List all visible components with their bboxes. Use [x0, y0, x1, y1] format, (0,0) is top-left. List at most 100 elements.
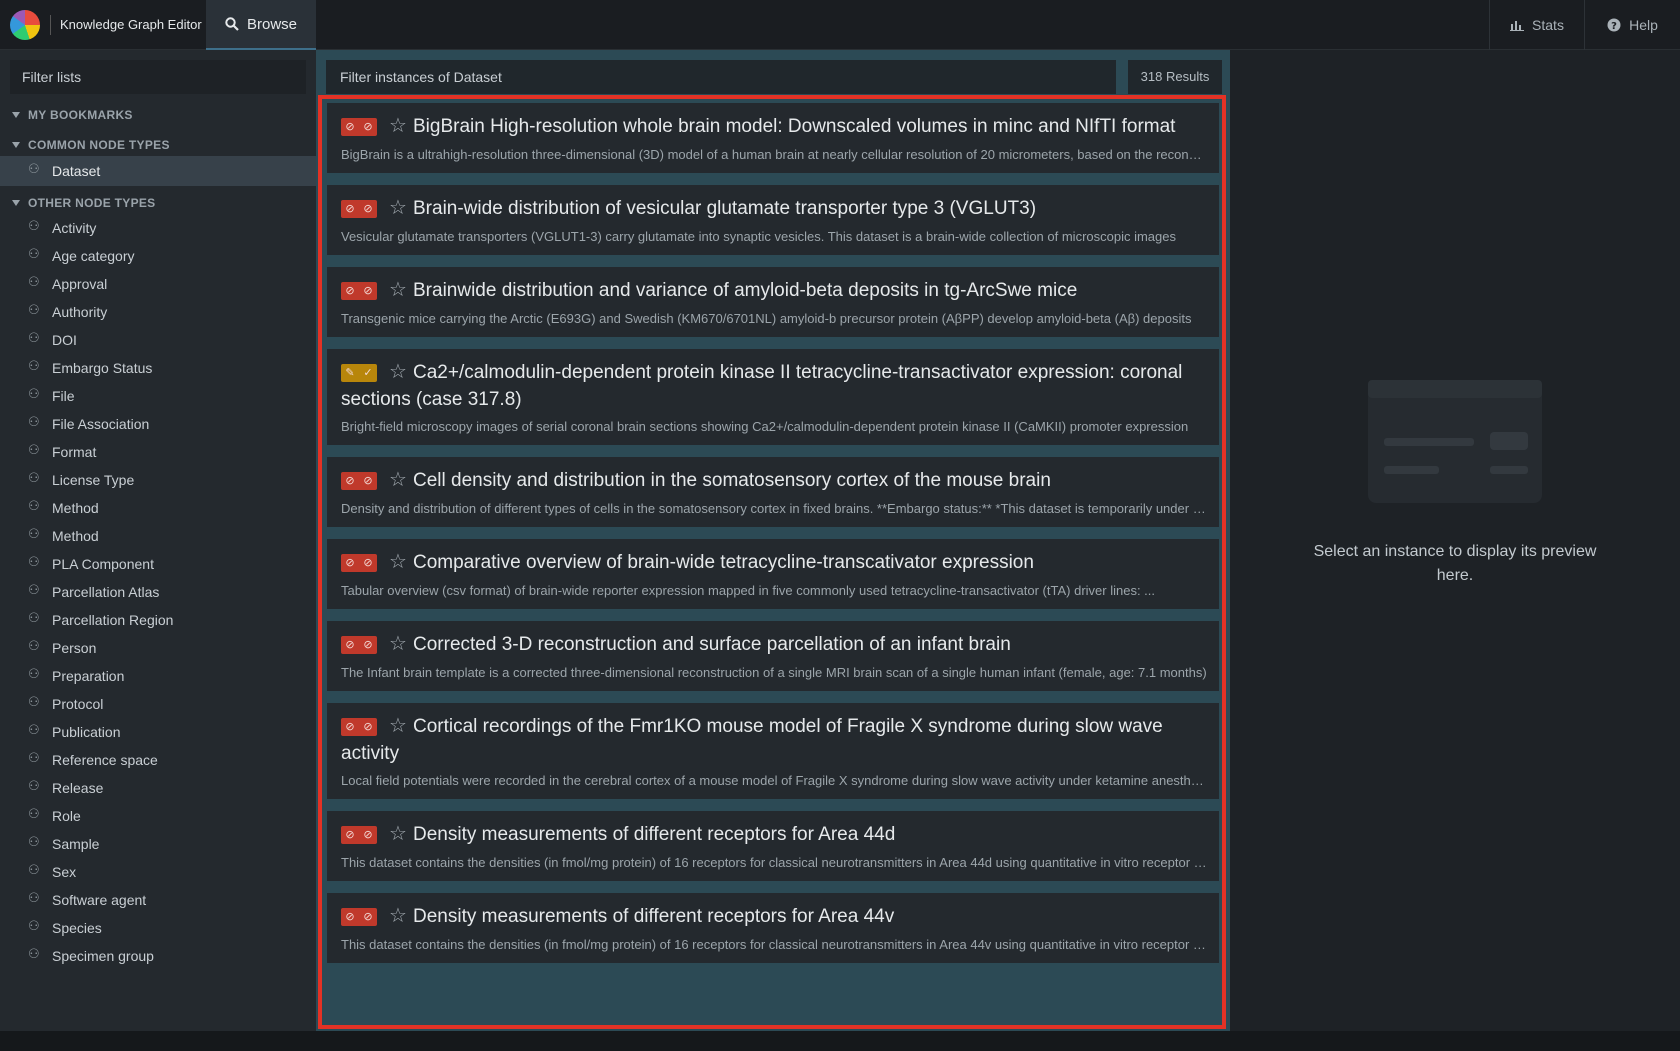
sidebar-item-label: Age category — [52, 248, 135, 264]
node-type-icon — [28, 890, 42, 906]
node-type-icon — [28, 358, 42, 374]
node-type-icon — [28, 946, 42, 962]
sidebar-item-label: Sample — [52, 836, 100, 852]
sidebar-item-specimen-group[interactable]: Specimen group — [0, 942, 316, 970]
sidebar-item-label: Software agent — [52, 892, 147, 908]
sidebar-item-approval[interactable]: Approval — [0, 270, 316, 298]
section-label: OTHER NODE TYPES — [28, 196, 156, 210]
node-type-icon — [28, 470, 42, 486]
sidebar-item-protocol[interactable]: Protocol — [0, 690, 316, 718]
help-button[interactable]: ? Help — [1584, 0, 1680, 50]
tab-browse[interactable]: Browse — [206, 0, 316, 50]
sidebar-item-person[interactable]: Person — [0, 634, 316, 662]
tab-browse-label: Browse — [246, 15, 298, 33]
sidebar-item-format[interactable]: Format — [0, 438, 316, 466]
sidebar-item-publication[interactable]: Publication — [0, 718, 316, 746]
sidebar-item-label: File Association — [52, 416, 150, 432]
sidebar-item-label: Role — [52, 808, 81, 824]
sidebar-item-software-agent[interactable]: Software agent — [0, 886, 316, 914]
node-type-icon — [28, 526, 42, 542]
sidebar-item-label: Sex — [52, 864, 77, 880]
sidebar-item-sex[interactable]: Sex — [0, 858, 316, 886]
sidebar-item-sample[interactable]: Sample — [0, 830, 316, 858]
sidebar-item-role[interactable]: Role — [0, 802, 316, 830]
sidebar-item-parcellation-atlas[interactable]: Parcellation Atlas — [0, 578, 316, 606]
sidebar-item-label: Authority — [52, 304, 108, 320]
sidebar-item-reference-space[interactable]: Reference space — [0, 746, 316, 774]
sidebar-item-species[interactable]: Species — [0, 914, 316, 942]
sidebar-item-preparation[interactable]: Preparation — [0, 662, 316, 690]
node-type-icon — [28, 386, 42, 402]
sidebar-item-label: Format — [52, 444, 97, 460]
section-other-node-types[interactable]: OTHER NODE TYPES — [12, 196, 155, 210]
node-type-icon — [28, 638, 42, 654]
node-type-icon — [28, 274, 42, 290]
node-type-icon — [28, 918, 42, 934]
bar-chart-icon — [1510, 21, 1525, 31]
sidebar-item-file[interactable]: File — [0, 382, 316, 410]
sidebar-item-doi[interactable]: DOI — [0, 326, 316, 354]
sidebar-item-pla-component[interactable]: PLA Component — [0, 550, 316, 578]
sidebar-item-label: License Type — [52, 472, 135, 488]
highlight-box — [318, 95, 1226, 1029]
node-type-icon — [28, 414, 42, 430]
sidebar-item-label: Species — [52, 920, 102, 936]
sidebar-item-age-category[interactable]: Age category — [0, 242, 316, 270]
sidebar-item-label: Dataset — [52, 163, 101, 179]
node-type-icon — [28, 442, 42, 458]
app-title: Knowledge Graph Editor — [60, 17, 202, 32]
node-type-icon — [28, 554, 42, 570]
sidebar-item-label: DOI — [52, 332, 77, 348]
node-type-icon — [28, 834, 42, 850]
node-type-icon — [28, 806, 42, 822]
section-bookmarks[interactable]: MY BOOKMARKS — [12, 108, 133, 122]
sidebar-item-label: Parcellation Region — [52, 612, 174, 628]
node-type-icon — [28, 498, 42, 514]
filter-instances-input[interactable]: Filter instances of Dataset — [326, 60, 1116, 94]
sidebar-item-license-type[interactable]: License Type — [0, 466, 316, 494]
sidebar-item-label: File — [52, 388, 75, 404]
sidebar-item-label: Protocol — [52, 696, 104, 712]
sidebar-item-label: Method — [52, 528, 99, 544]
sidebar-item-label: PLA Component — [52, 556, 154, 572]
logo-divider — [50, 15, 51, 35]
sidebar-item-label: Person — [52, 640, 97, 656]
sidebar-item-release[interactable]: Release — [0, 774, 316, 802]
question-circle-icon: ? — [1607, 18, 1621, 32]
caret-down-icon — [12, 112, 20, 118]
caret-down-icon — [12, 200, 20, 206]
node-type-icon — [28, 302, 42, 318]
app-logo[interactable] — [10, 10, 40, 40]
sidebar-item-method[interactable]: Method — [0, 494, 316, 522]
node-type-icon — [28, 666, 42, 682]
node-type-icon — [28, 610, 42, 626]
sidebar-item-label: Preparation — [52, 668, 125, 684]
node-type-icon — [28, 582, 42, 598]
results-count: 318 Results — [1128, 60, 1222, 94]
stats-button[interactable]: Stats — [1489, 0, 1584, 50]
sidebar-item-activity[interactable]: Activity — [0, 214, 316, 242]
node-type-icon — [28, 161, 42, 177]
node-type-icon — [28, 862, 42, 878]
sidebar-item-authority[interactable]: Authority — [0, 298, 316, 326]
sidebar-item-label: Publication — [52, 724, 121, 740]
node-type-icon — [28, 694, 42, 710]
sidebar-item-method[interactable]: Method — [0, 522, 316, 550]
stats-label: Stats — [1532, 17, 1564, 33]
filter-lists-input[interactable]: Filter lists — [10, 60, 306, 94]
sidebar-item-file-association[interactable]: File Association — [0, 410, 316, 438]
section-label: MY BOOKMARKS — [28, 108, 133, 122]
top-bar: Knowledge Graph Editor Browse Stats ? He… — [0, 0, 1680, 50]
node-type-icon — [28, 330, 42, 346]
sidebar-item-dataset[interactable]: Dataset — [0, 156, 316, 186]
search-icon — [225, 17, 239, 31]
sidebar-item-embargo-status[interactable]: Embargo Status — [0, 354, 316, 382]
sidebar-item-label: Embargo Status — [52, 360, 153, 376]
sidebar-item-parcellation-region[interactable]: Parcellation Region — [0, 606, 316, 634]
node-type-icon — [28, 246, 42, 262]
bottom-bar — [0, 1031, 1680, 1051]
preview-panel: Select an instance to display its previe… — [1230, 50, 1680, 1031]
section-common-node-types[interactable]: COMMON NODE TYPES — [12, 138, 170, 152]
sidebar: Filter lists MY BOOKMARKS COMMON NODE TY… — [0, 50, 316, 1031]
sidebar-item-label: Approval — [52, 276, 108, 292]
